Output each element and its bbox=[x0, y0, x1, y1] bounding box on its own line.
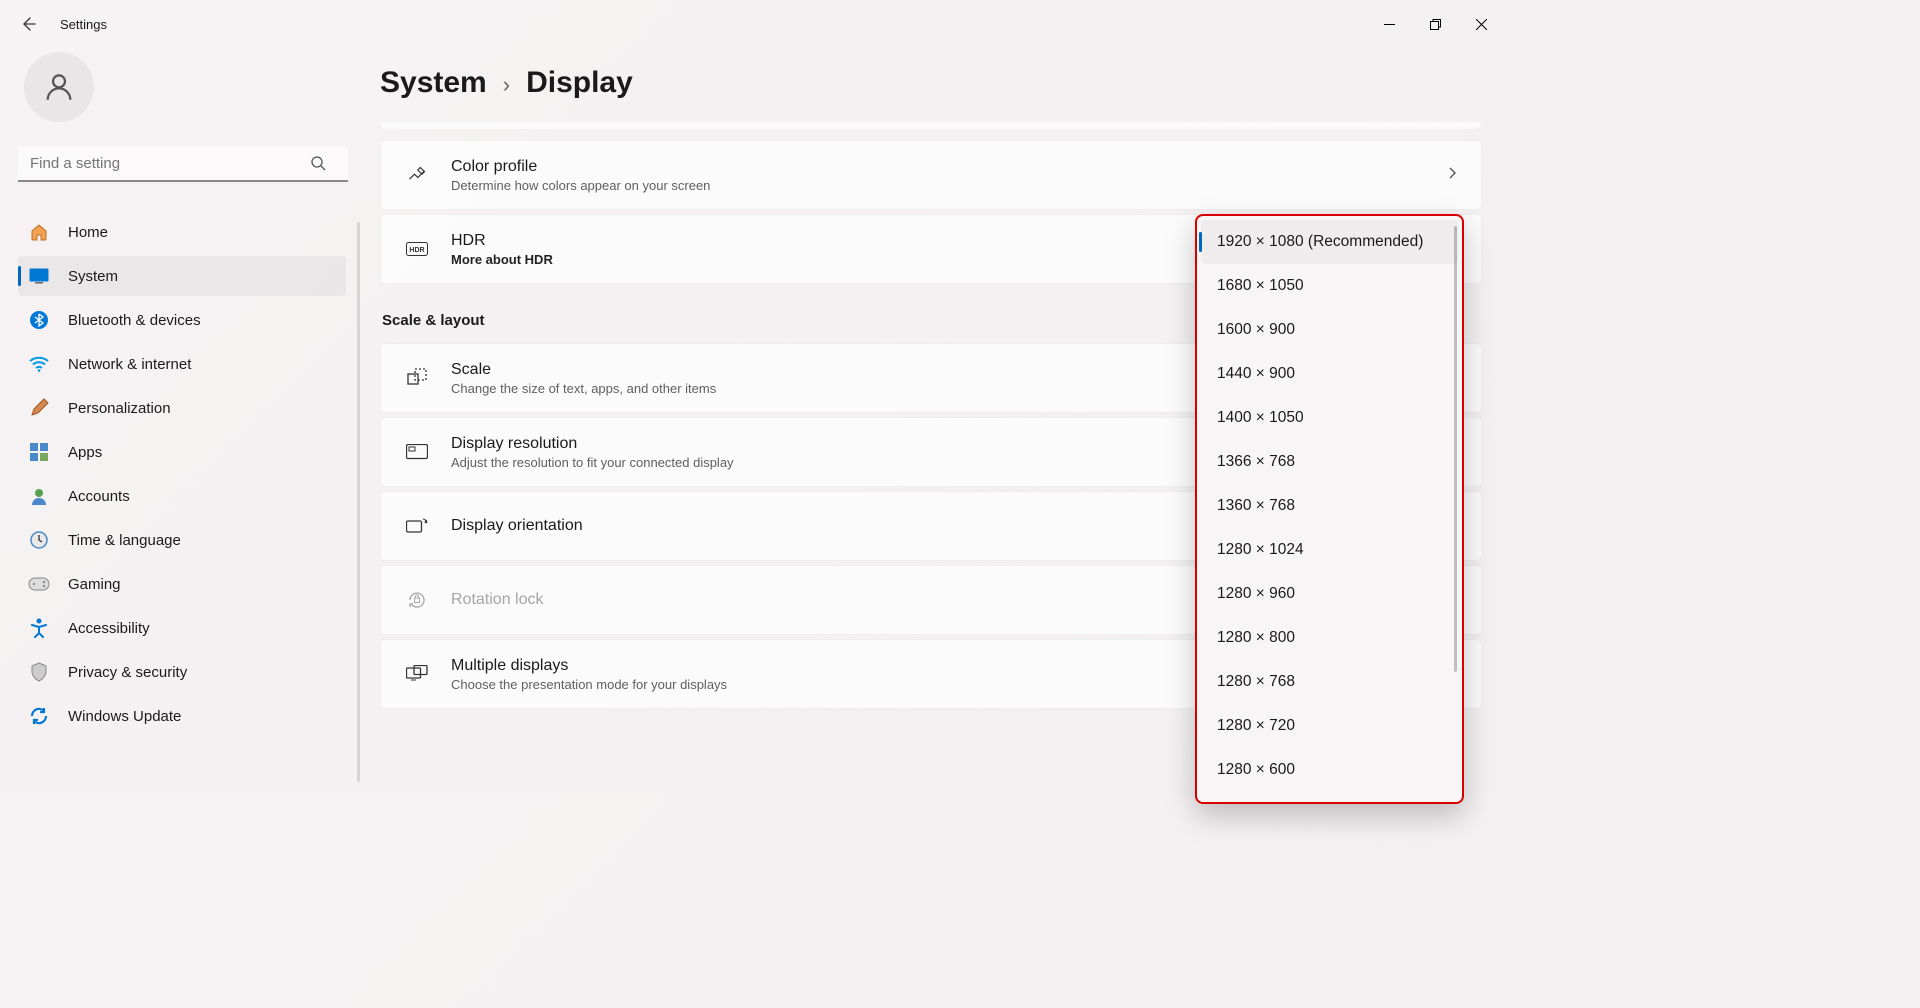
resolution-option[interactable]: 1280 × 720 bbox=[1201, 704, 1458, 748]
nav-item-time[interactable]: Time & language bbox=[18, 520, 346, 560]
titlebar: Settings bbox=[0, 0, 1512, 48]
nav-item-label: Network & internet bbox=[68, 356, 191, 373]
scale-icon bbox=[403, 368, 431, 388]
brush-icon bbox=[28, 397, 50, 419]
close-button[interactable] bbox=[1458, 8, 1504, 40]
chevron-right-icon: › bbox=[503, 72, 510, 98]
nav-item-label: Home bbox=[68, 224, 108, 241]
breadcrumb: System › Display bbox=[380, 66, 1482, 100]
time-icon bbox=[28, 529, 50, 551]
nav-item-label: Personalization bbox=[68, 400, 171, 417]
orientation-icon bbox=[403, 518, 431, 534]
resolution-option[interactable]: 1280 × 960 bbox=[1201, 572, 1458, 616]
accessibility-icon bbox=[28, 617, 50, 639]
home-icon bbox=[28, 221, 50, 243]
resolution-option[interactable]: 1440 × 900 bbox=[1201, 352, 1458, 396]
nav-item-system[interactable]: System bbox=[18, 256, 346, 296]
resolution-option[interactable]: 1600 × 900 bbox=[1201, 308, 1458, 352]
maximize-button[interactable] bbox=[1412, 8, 1458, 40]
resolution-option[interactable]: 1280 × 1024 bbox=[1201, 528, 1458, 572]
sidebar: Home System Bluetooth & devices Network & i… bbox=[0, 48, 360, 793]
resolution-icon bbox=[403, 444, 431, 460]
nav-item-update[interactable]: Windows Update bbox=[18, 696, 346, 736]
nav-item-gaming[interactable]: Gaming bbox=[18, 564, 346, 604]
maximize-icon bbox=[1430, 19, 1441, 30]
minimize-icon bbox=[1384, 19, 1395, 30]
nav-item-apps[interactable]: Apps bbox=[18, 432, 346, 472]
chevron-right-icon bbox=[1445, 166, 1459, 185]
hdr-icon: HDR bbox=[403, 242, 431, 256]
card-cut-top bbox=[380, 122, 1482, 130]
privacy-icon bbox=[28, 661, 50, 683]
nav-item-bluetooth[interactable]: Bluetooth & devices bbox=[18, 300, 346, 340]
window-controls bbox=[1366, 8, 1504, 40]
user-avatar[interactable] bbox=[24, 52, 94, 122]
nav-item-label: Bluetooth & devices bbox=[68, 312, 201, 329]
minimize-button[interactable] bbox=[1366, 8, 1412, 40]
nav-item-privacy[interactable]: Privacy & security bbox=[18, 652, 346, 692]
wifi-icon bbox=[28, 353, 50, 375]
resolution-option[interactable]: 1400 × 1050 bbox=[1201, 396, 1458, 440]
nav-item-wifi[interactable]: Network & internet bbox=[18, 344, 346, 384]
breadcrumb-current: Display bbox=[526, 66, 633, 100]
nav-item-label: System bbox=[68, 268, 118, 285]
back-button[interactable] bbox=[8, 4, 48, 44]
color-profile-title: Color profile bbox=[451, 158, 1445, 176]
resolution-option[interactable]: 1360 × 768 bbox=[1201, 484, 1458, 528]
nav-item-brush[interactable]: Personalization bbox=[18, 388, 346, 428]
rotation-lock-icon bbox=[403, 590, 431, 610]
account-icon bbox=[28, 485, 50, 507]
color-profile-sub: Determine how colors appear on your scre… bbox=[451, 178, 1445, 193]
close-icon bbox=[1476, 19, 1487, 30]
nav-item-label: Gaming bbox=[68, 576, 121, 593]
gaming-icon bbox=[28, 573, 50, 595]
arrow-left-icon bbox=[20, 16, 36, 32]
resolution-option[interactable]: 1280 × 800 bbox=[1201, 616, 1458, 660]
bluetooth-icon bbox=[28, 309, 50, 331]
nav-item-label: Apps bbox=[68, 444, 102, 461]
breadcrumb-parent[interactable]: System bbox=[380, 66, 487, 100]
nav-item-accessibility[interactable]: Accessibility bbox=[18, 608, 346, 648]
resolution-option[interactable]: 1680 × 1050 bbox=[1201, 264, 1458, 308]
svg-text:HDR: HDR bbox=[409, 247, 424, 254]
nav-list: Home System Bluetooth & devices Network & i… bbox=[18, 212, 346, 736]
search-input[interactable] bbox=[18, 146, 348, 182]
resolution-option[interactable]: 1366 × 768 bbox=[1201, 440, 1458, 484]
nav-item-label: Privacy & security bbox=[68, 664, 187, 681]
color-profile-card[interactable]: Color profile Determine how colors appea… bbox=[380, 140, 1482, 210]
apps-icon bbox=[28, 441, 50, 463]
person-icon bbox=[42, 70, 76, 104]
app-title: Settings bbox=[60, 17, 107, 32]
multiple-displays-icon bbox=[403, 665, 431, 683]
color-profile-icon bbox=[403, 165, 431, 185]
search-icon bbox=[310, 155, 326, 171]
nav-item-label: Windows Update bbox=[68, 708, 181, 725]
nav-item-home[interactable]: Home bbox=[18, 212, 346, 252]
nav-item-label: Time & language bbox=[68, 532, 181, 549]
update-icon bbox=[28, 705, 50, 727]
resolution-option[interactable]: 1280 × 768 bbox=[1201, 660, 1458, 704]
system-icon bbox=[28, 265, 50, 287]
nav-item-label: Accessibility bbox=[68, 620, 150, 637]
nav-item-label: Accounts bbox=[68, 488, 130, 505]
resolution-dropdown[interactable]: 1920 × 1080 (Recommended)1680 × 10501600… bbox=[1195, 214, 1464, 804]
resolution-option[interactable]: 1280 × 600 bbox=[1201, 748, 1458, 792]
nav-item-account[interactable]: Accounts bbox=[18, 476, 346, 516]
search-container bbox=[18, 146, 346, 182]
resolution-option[interactable]: 1920 × 1080 (Recommended) bbox=[1201, 220, 1458, 264]
sidebar-scrollbar[interactable] bbox=[357, 222, 360, 782]
